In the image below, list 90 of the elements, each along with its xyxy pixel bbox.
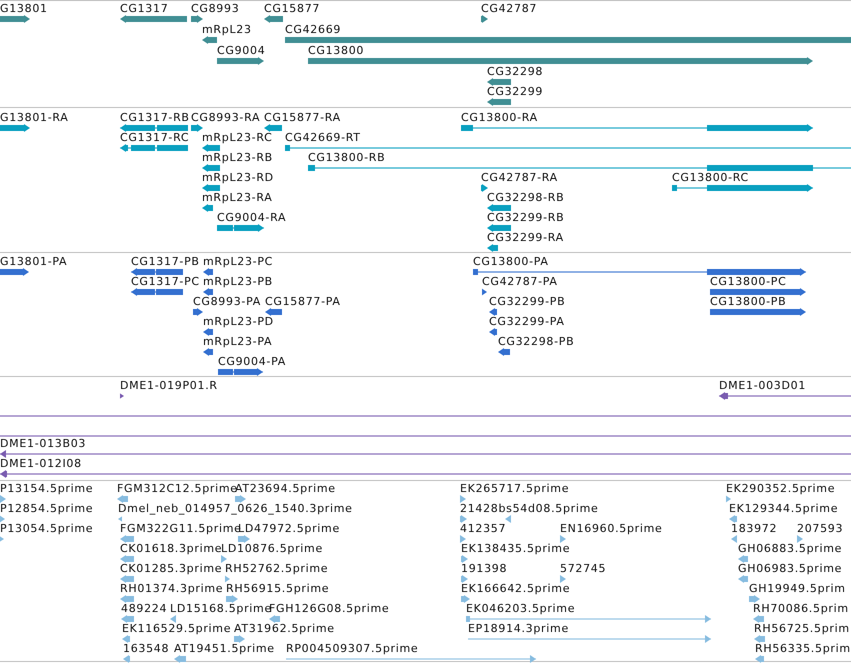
feature-label: CG32299-PA	[489, 315, 565, 328]
feature-label: mRpL23-RD	[202, 171, 274, 184]
feature-label: mRpL23-RA	[202, 191, 272, 204]
feature-label: CG32298	[487, 65, 544, 78]
feature-label: CG42669	[285, 23, 342, 36]
feature-label: G13801-PA	[0, 255, 68, 268]
feature-label: AT19451.5prime	[174, 642, 275, 655]
feature-label: RH70086.5prim	[753, 602, 849, 615]
feature-label: mRpL23-RC	[202, 131, 273, 144]
feature-label: 572745	[560, 562, 606, 575]
feature-label: RH56915.5prime	[226, 582, 330, 595]
feature-label: mRpL23-PC	[203, 255, 274, 268]
feature-label: EN16960.5prime	[560, 522, 663, 535]
feature-label: GH19949.5prim	[749, 582, 846, 595]
feature-label: 489224	[121, 602, 168, 615]
feature-label: CG13800-PA	[473, 255, 549, 268]
feature-label: mRpL23	[202, 23, 252, 36]
feature-label: CG8993-PA	[193, 295, 261, 308]
feature-label: RP004509307.5prime	[286, 642, 418, 655]
feature-label: CK01285.3prime	[120, 562, 222, 575]
feature-label: CK01618.3prime	[120, 542, 222, 555]
feature-label: 163548	[123, 642, 170, 655]
feature-label: mRpL23-PA	[203, 335, 272, 348]
feature-label: EK290352.5prime	[726, 482, 836, 495]
feature-label: EK166642.5prime	[461, 582, 570, 595]
feature-label: RH52762.5prime	[225, 562, 328, 575]
feature-label: CG15877	[264, 2, 320, 15]
feature-label: RH56725.5prim	[754, 622, 850, 635]
feature-label: CG1317	[120, 2, 168, 15]
feature-label: EK046203.5prime	[466, 602, 576, 615]
feature-label: CG42669-RT	[285, 131, 361, 144]
feature-label: FGH126G08.5prime	[269, 602, 390, 615]
feature-label: 412357	[460, 522, 506, 535]
feature-label: CG1317-PC	[131, 275, 200, 288]
feature-label: CG13800-RB	[308, 151, 386, 164]
feature-label: RH01374.3prime	[120, 582, 224, 595]
feature-label: CG13800-PB	[710, 295, 786, 308]
feature-label: CG42787	[481, 2, 538, 15]
feature-label: GH06983.5prime	[738, 562, 842, 575]
feature-label: CG1317-RB	[120, 111, 190, 124]
feature-label: CG42787-PA	[482, 275, 558, 288]
feature-label: CG13800-RC	[672, 171, 749, 184]
feature-label: CG32299	[487, 85, 544, 98]
feature-label: mRpL23-PB	[203, 275, 273, 288]
feature-label: CG15877-PA	[265, 295, 341, 308]
feature-label: EK129344.5prime	[729, 502, 838, 515]
feature-label: DME1-012I08	[0, 457, 82, 470]
feature-label: CG42787-RA	[481, 171, 558, 184]
feature-label: EK116529.5prime	[122, 622, 232, 635]
feature-label: AT31962.5prime	[234, 622, 335, 635]
feature-label: GH06883.5prime	[738, 542, 842, 555]
feature-label: EK138435.5prime	[461, 542, 570, 555]
feature-label: CG9004	[217, 44, 266, 57]
feature-label: DME1-013B03	[0, 437, 86, 450]
feature-label: P12854.5prime	[0, 502, 94, 515]
feature-label: DME1-019P01.R	[120, 379, 218, 392]
feature-label: G13801	[0, 2, 48, 15]
feature-label: AT23694.5prime	[235, 482, 336, 495]
feature-label: CG1317-PB	[131, 255, 200, 268]
feature-label: 207593	[797, 522, 844, 535]
feature-label: CG15877-RA	[264, 111, 341, 124]
feature-label: G13801-RA	[0, 111, 69, 124]
feature-label: RH56335.5prim	[755, 642, 851, 655]
feature-label: CG32298-PB	[498, 335, 574, 348]
feature-label: DME1-003D01	[719, 379, 806, 392]
feature-label: FGM312C12.5prime	[117, 482, 238, 495]
feature-label: CG32299-PB	[489, 295, 566, 308]
feature-label: LD15168.5prime	[170, 602, 272, 615]
feature-label: mRpL23-RB	[202, 151, 273, 164]
feature-label: Dmel_neb_014957_0626_1540.3prime	[118, 502, 353, 515]
feature-label: EP18914.3prime	[468, 622, 569, 635]
feature-label: 21428bs54d08.5prime	[460, 502, 599, 515]
feature-label: EK265717.5prime	[460, 482, 570, 495]
feature-label: CG13800	[308, 44, 364, 57]
feature-label: CG32298-RB	[487, 191, 564, 204]
feature-label: CG9004-PA	[218, 355, 286, 368]
feature-label: mRpL23-PD	[203, 315, 274, 328]
feature-label: CG32299-RB	[487, 211, 564, 224]
feature-label: 191398	[461, 562, 508, 575]
feature-label: CG1317-RC	[120, 131, 190, 144]
feature-label: CG13800-PC	[710, 275, 786, 288]
feature-label: CG13800-RA	[461, 111, 538, 124]
feature-label: CG8993-RA	[191, 111, 260, 124]
feature-label: 183972	[731, 522, 778, 535]
feature-label: CG8993	[191, 2, 240, 15]
feature-label: CG9004-RA	[217, 211, 286, 224]
feature-label: P13054.5prime	[0, 522, 94, 535]
feature-label: CG32299-RA	[487, 231, 564, 244]
feature-label: LD10876.5prime	[221, 542, 323, 555]
feature-label: P13154.5prime	[0, 482, 94, 495]
